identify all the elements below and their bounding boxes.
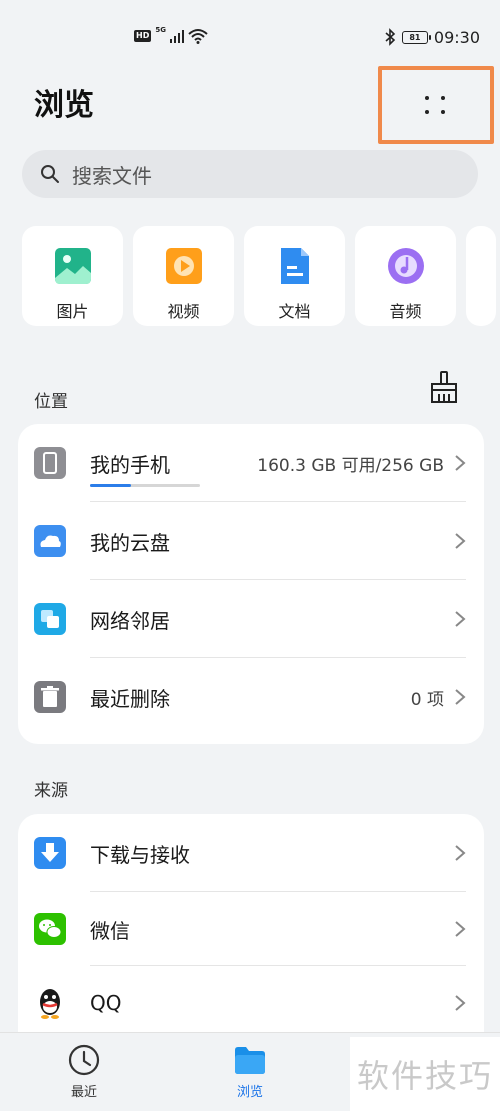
category-more[interactable] [466,226,496,326]
tab-label: 浏览 [236,1085,263,1100]
watermark: 软件技巧 [350,1037,500,1111]
wifi-icon [188,29,208,44]
location-network-neighbors[interactable]: 网络邻居 [18,580,484,658]
category-images[interactable]: 图片 [22,226,123,326]
deleted-count: 0 项 [410,689,444,710]
document-icon [275,246,315,286]
category-videos[interactable]: 视频 [133,226,234,326]
video-icon [164,246,204,286]
chevron-right-icon [455,533,466,549]
row-title: 网络邻居 [90,608,170,633]
broom-icon[interactable] [428,370,460,404]
page-title: 浏览 [34,88,94,123]
category-label: 图片 [56,302,89,321]
source-wechat[interactable]: 微信 [18,892,484,966]
more-options-button[interactable] [378,66,494,144]
battery-icon: 81 [401,30,431,44]
tab-browse[interactable]: 浏览 [210,1043,290,1100]
chevron-right-icon [455,995,466,1011]
wechat-icon [34,913,66,945]
image-icon [53,246,93,286]
chevron-right-icon [455,455,466,471]
signal-icon [169,30,184,43]
category-label: 视频 [167,302,200,321]
row-title: 我的手机 [90,452,170,477]
row-title: 最近删除 [90,686,170,711]
category-label: 音频 [389,302,422,321]
cloud-icon [34,525,66,557]
storage-value: 160.3 GB 可用/256 GB [257,455,444,476]
status-bar: HD 5G 81 09:30 [0,0,500,70]
section-label-locations: 位置 [34,392,68,412]
phone-icon [34,447,66,479]
location-my-phone[interactable]: 我的手机 160.3 GB 可用/256 GB [18,424,484,502]
chevron-right-icon [455,921,466,937]
trash-icon [34,681,66,713]
locations-card: 我的手机 160.3 GB 可用/256 GB 我的云盘 网络邻居 最近删除 0… [18,424,484,744]
row-title: 我的云盘 [90,530,170,555]
hd-badge: HD [134,30,152,42]
qq-icon [40,989,60,1019]
network-icon [34,603,66,635]
network-type: 5G [155,26,166,34]
search-icon [41,165,59,183]
sources-card: 下载与接收 微信 QQ [18,814,484,1044]
battery-level: 81 [409,32,421,42]
search-placeholder: 搜索文件 [72,163,152,188]
more-dots-icon [425,96,447,114]
location-my-cloud[interactable]: 我的云盘 [18,502,484,580]
storage-progress-bar [90,484,200,487]
source-downloads[interactable]: 下载与接收 [18,814,484,892]
tab-recent[interactable]: 最近 [44,1043,124,1100]
category-row: 图片 视频 文档 音频 [22,226,500,326]
folder-icon [235,1047,265,1074]
chevron-right-icon [455,689,466,705]
category-audio[interactable]: 音频 [355,226,456,326]
location-recently-deleted[interactable]: 最近删除 0 项 [18,658,484,736]
storage-progress-fill [90,484,131,487]
row-title: 微信 [90,918,130,943]
category-documents[interactable]: 文档 [244,226,345,326]
tab-label: 最近 [70,1085,97,1100]
chevron-right-icon [455,845,466,861]
section-label-sources: 来源 [34,781,68,801]
audio-icon [386,246,426,286]
row-title: QQ [90,991,122,1015]
watermark-text: 软件技巧 [356,1057,493,1095]
chevron-right-icon [455,611,466,627]
source-qq[interactable]: QQ [18,966,484,1040]
search-input[interactable]: 搜索文件 [22,150,478,198]
category-label: 文档 [278,302,311,321]
bluetooth-icon [385,28,396,46]
clock-icon [68,1044,100,1076]
clock: 09:30 [433,27,480,47]
download-icon [34,837,66,869]
row-title: 下载与接收 [90,842,190,867]
